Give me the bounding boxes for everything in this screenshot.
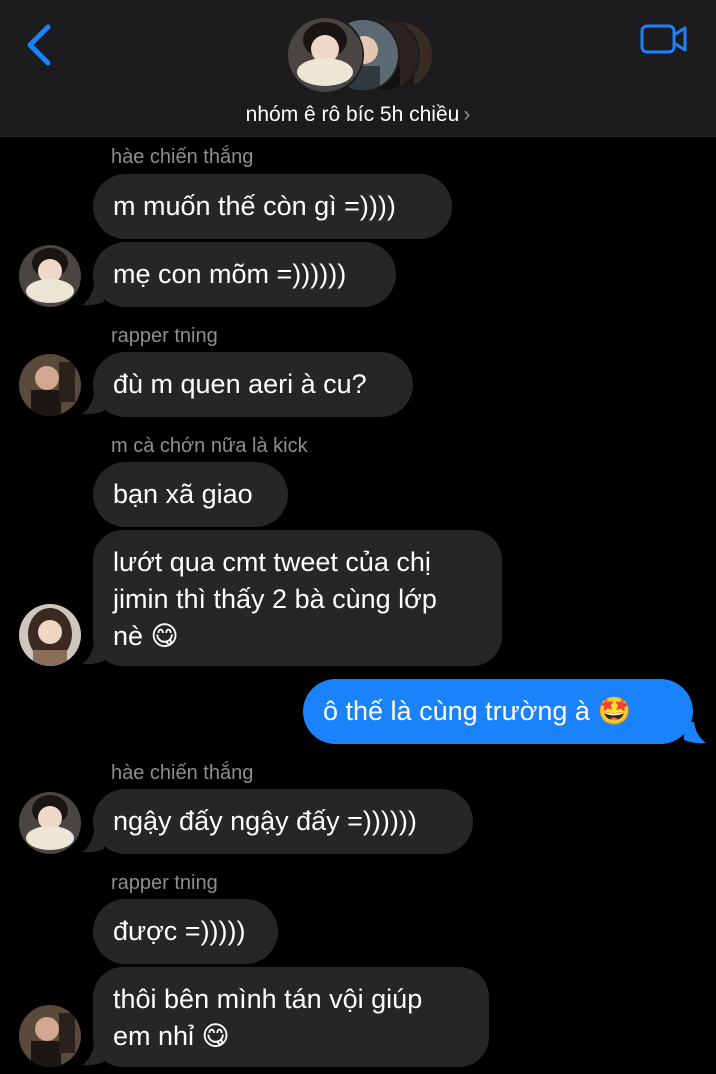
group-avatar-stack[interactable] (286, 16, 434, 96)
group-title: nhóm ê rô bíc 5h chiều (245, 103, 460, 126)
avatar[interactable] (19, 1005, 81, 1067)
sender-name: rapper tning (111, 872, 218, 894)
message-bubble[interactable]: ngậy đấy ngậy đấy =)))))) (93, 789, 473, 854)
avatar[interactable] (19, 792, 81, 854)
message-bubble[interactable]: mẹ con mõm =)))))) (93, 242, 396, 307)
message-bubble[interactable]: lướt qua cmt tweet của chị jimin thì thấ… (93, 530, 502, 666)
message-bubble[interactable]: m muốn thế còn gì =)))) (93, 174, 452, 239)
back-button[interactable] (22, 22, 62, 68)
sender-name: m cà chớn nữa là kick (111, 435, 308, 457)
chevron-right-icon: › (463, 103, 471, 126)
message-bubble-outgoing[interactable]: ô thế là cùng trường à 🤩 (303, 679, 693, 744)
message-bubble[interactable]: được =))))) (93, 899, 278, 964)
avatar[interactable] (19, 604, 81, 666)
message-bubble[interactable]: bạn xã giao (93, 462, 288, 527)
chevron-left-icon (27, 24, 51, 66)
sender-name: hàe chiến thắng (111, 146, 254, 168)
message-bubble[interactable]: thôi bên mình tán vội giúp em nhỉ 😋 (93, 967, 489, 1067)
chat-header: nhóm ê rô bíc 5h chiều › (0, 0, 716, 137)
sender-name: rapper tning (111, 325, 218, 347)
group-name[interactable]: nhóm ê rô bíc 5h chiều › (0, 103, 716, 127)
avatar[interactable] (19, 354, 81, 416)
avatar (286, 16, 364, 94)
message-bubble[interactable]: đù m quen aeri à cu? (93, 352, 413, 417)
sender-name: hàe chiến thắng (111, 762, 254, 784)
avatar[interactable] (19, 245, 81, 307)
video-call-button[interactable] (640, 22, 688, 56)
video-camera-icon (640, 24, 687, 54)
